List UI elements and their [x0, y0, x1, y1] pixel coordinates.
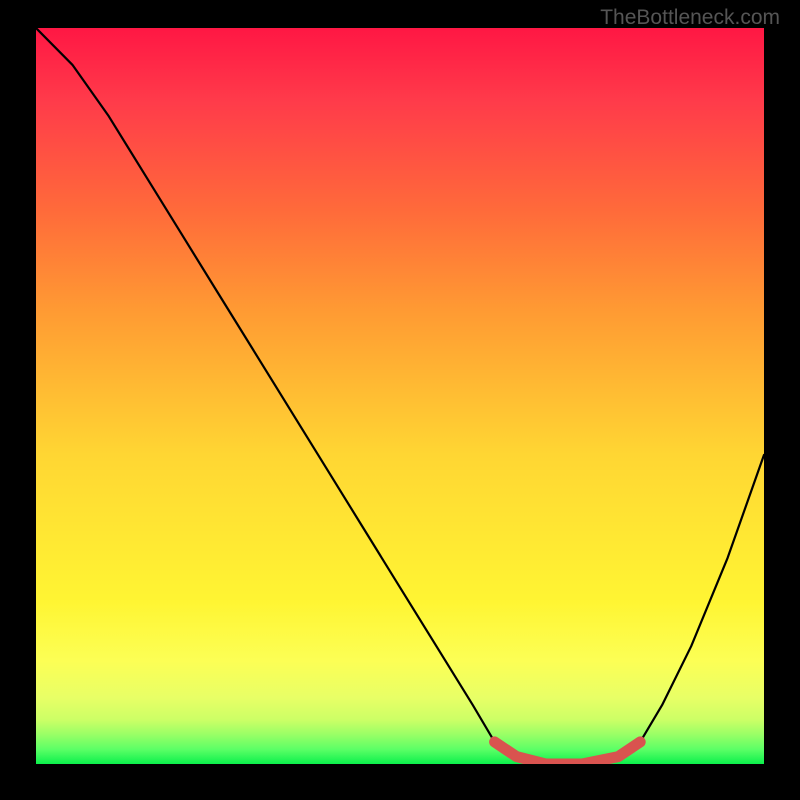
optimal-zone-marker: [495, 742, 641, 764]
bottleneck-curve: [36, 28, 764, 764]
watermark-text: TheBottleneck.com: [600, 6, 780, 30]
curve-svg: [36, 28, 764, 764]
chart-container: TheBottleneck.com: [0, 0, 800, 800]
plot-area: [36, 28, 764, 764]
